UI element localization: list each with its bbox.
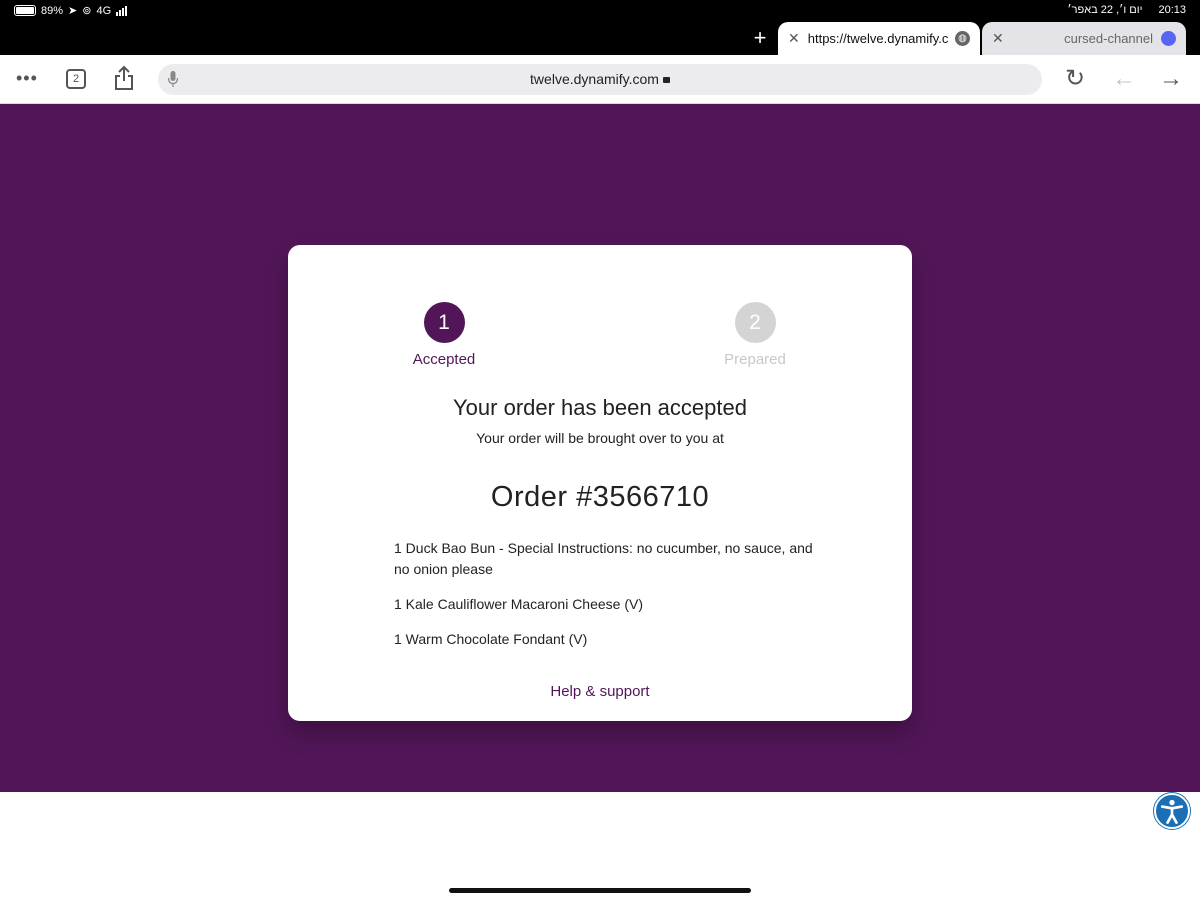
status-left: 89% ➤ ⊚ 4G [14,4,128,17]
signal-icon [116,5,128,16]
status-date: יום ו׳, 22 באפר׳ [1067,4,1143,16]
back-arrow-icon[interactable]: ← [1110,65,1138,93]
share-icon[interactable] [114,65,134,91]
url-text: twelve.dynamify.com [158,71,1042,87]
tab-strip: + ✕ https://twelve.dynamify.c ◍ ✕ cursed… [0,22,1200,55]
step-accepted: 1 Accepted [384,302,504,368]
new-tab-plus-icon[interactable]: + [748,26,772,50]
reload-icon[interactable]: ↻ [1061,65,1089,93]
url-value: twelve.dynamify.com [530,71,659,87]
network-label: 4G [96,4,112,17]
order-number: Order #3566710 [490,481,710,513]
step-label: Prepared [724,351,786,368]
order-item: 1 Warm Chocolate Fondant (V) [394,631,588,647]
location-icon: ➤ [68,5,78,17]
order-item: 1 Kale Cauliflower Macaroni Cheese (V) [394,596,643,612]
step-label: Accepted [412,351,476,368]
step-prepared: 2 Prepared [695,302,815,368]
forward-arrow-icon[interactable]: → [1157,65,1185,93]
battery-icon [14,5,36,16]
tab-close-icon[interactable]: ✕ [992,30,1004,47]
address-bar[interactable]: twelve.dynamify.com [158,64,1042,95]
hotspot-icon: ⊚ [82,5,92,17]
tab-cursed-channel[interactable]: ✕ cursed-channel [982,22,1186,55]
order-status-card: 1 Accepted 2 Prepared Your order has bee… [288,245,912,721]
status-time: 20:13 [1158,4,1186,16]
page-background: 1 Accepted 2 Prepared Your order has bee… [0,104,1200,792]
help-support-link[interactable]: Help & support [288,683,912,700]
accessibility-icon[interactable] [1154,793,1190,829]
lock-icon [662,77,670,83]
tab-title: https://twelve.dynamify.c [807,31,949,46]
order-subheading: Your order will be brought over to you a… [476,430,724,446]
order-heading: Your order has been accepted [453,395,747,420]
order-items-list: 1 Duck Bao Bun - Special Instructions: n… [394,538,814,664]
status-right: יום ו׳, 22 באפר׳ 20:13 [1067,4,1186,16]
tab-close-icon[interactable]: ✕ [788,30,800,47]
tab-count-button[interactable]: 2 [66,69,86,89]
step-number: 2 [734,302,776,343]
battery-percent: 89% [41,4,64,17]
home-indicator [449,888,751,893]
status-bar: 89% ➤ ⊚ 4G יום ו׳, 22 באפר׳ 20:13 [0,0,1200,22]
more-menu-icon[interactable]: ••• [16,68,38,89]
tab-title: cursed-channel [1064,31,1153,46]
globe-icon: ◍ [955,31,970,46]
discord-icon [1161,31,1176,46]
step-number: 1 [423,302,465,343]
browser-toolbar: ••• 2 twelve.dynamify.com ↻ ← → [0,55,1200,104]
order-item: 1 Duck Bao Bun - Special Instructions: n… [394,540,813,577]
tab-twelve-dynamify[interactable]: ✕ https://twelve.dynamify.c ◍ [778,22,980,55]
